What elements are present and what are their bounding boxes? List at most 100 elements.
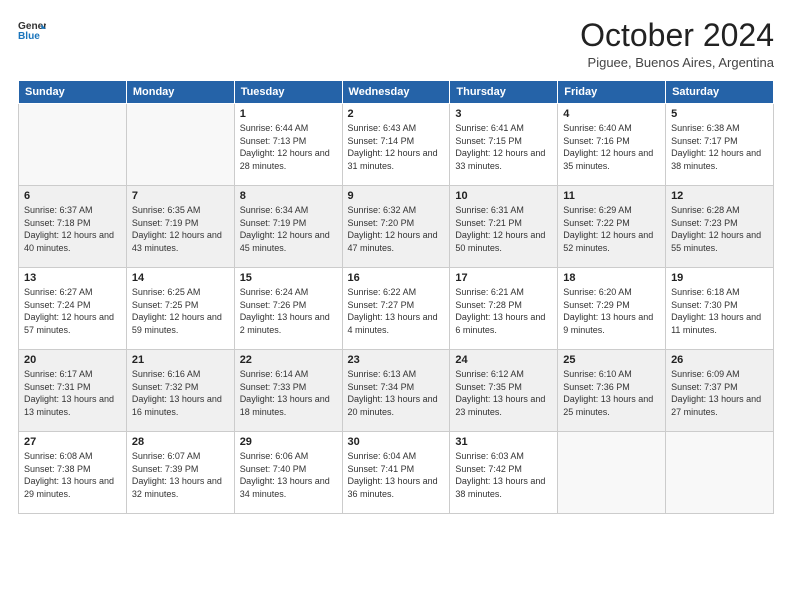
svg-text:Blue: Blue bbox=[18, 31, 40, 42]
day-number: 8 bbox=[240, 190, 337, 202]
day-number: 5 bbox=[671, 108, 768, 120]
calendar-cell bbox=[19, 104, 127, 186]
weekday-header-thursday: Thursday bbox=[450, 81, 558, 104]
calendar-cell: 15 Sunrise: 6:24 AMSunset: 7:26 PMDayligh… bbox=[234, 268, 342, 350]
day-number: 22 bbox=[240, 354, 337, 366]
day-info: Sunrise: 6:24 AMSunset: 7:26 PMDaylight:… bbox=[240, 286, 337, 336]
day-number: 14 bbox=[132, 272, 229, 284]
day-info: Sunrise: 6:06 AMSunset: 7:40 PMDaylight:… bbox=[240, 450, 337, 500]
day-number: 12 bbox=[671, 190, 768, 202]
weekday-header-tuesday: Tuesday bbox=[234, 81, 342, 104]
day-number: 1 bbox=[240, 108, 337, 120]
calendar-cell: 21 Sunrise: 6:16 AMSunset: 7:32 PMDayligh… bbox=[126, 350, 234, 432]
calendar-table: SundayMondayTuesdayWednesdayThursdayFrid… bbox=[18, 80, 774, 514]
day-number: 17 bbox=[455, 272, 552, 284]
day-info: Sunrise: 6:35 AMSunset: 7:19 PMDaylight:… bbox=[132, 204, 229, 254]
page: General Blue October 2024 Piguee, Buenos… bbox=[0, 0, 792, 612]
weekday-header-saturday: Saturday bbox=[666, 81, 774, 104]
logo-icon: General Blue bbox=[18, 18, 46, 46]
weekday-header-sunday: Sunday bbox=[19, 81, 127, 104]
day-info: Sunrise: 6:37 AMSunset: 7:18 PMDaylight:… bbox=[24, 204, 121, 254]
calendar-cell: 2 Sunrise: 6:43 AMSunset: 7:14 PMDaylight… bbox=[342, 104, 450, 186]
calendar-cell: 9Sunrise: 6:32 AMSunset: 7:20 PMDaylight… bbox=[342, 186, 450, 268]
calendar-cell: 16Sunrise: 6:22 AMSunset: 7:27 PMDayligh… bbox=[342, 268, 450, 350]
calendar-cell: 31 Sunrise: 6:03 AMSunset: 7:42 PMDayligh… bbox=[450, 432, 558, 514]
calendar-cell: 20 Sunrise: 6:17 AMSunset: 7:31 PMDayligh… bbox=[19, 350, 127, 432]
day-number: 29 bbox=[240, 436, 337, 448]
calendar-cell: 4Sunrise: 6:40 AMSunset: 7:16 PMDaylight… bbox=[558, 104, 666, 186]
calendar-cell: 29 Sunrise: 6:06 AMSunset: 7:40 PMDayligh… bbox=[234, 432, 342, 514]
day-number: 24 bbox=[455, 354, 552, 366]
calendar-cell bbox=[666, 432, 774, 514]
day-info: Sunrise: 6:41 AMSunset: 7:15 PMDaylight:… bbox=[455, 122, 552, 172]
calendar-cell: 19 Sunrise: 6:18 AMSunset: 7:30 PMDayligh… bbox=[666, 268, 774, 350]
day-info: Sunrise: 6:29 AMSunset: 7:22 PMDaylight:… bbox=[563, 204, 660, 254]
day-number: 31 bbox=[455, 436, 552, 448]
day-info: Sunrise: 6:40 AMSunset: 7:16 PMDaylight:… bbox=[563, 122, 660, 172]
day-number: 6 bbox=[24, 190, 121, 202]
calendar-cell: 5 Sunrise: 6:38 AMSunset: 7:17 PMDaylight… bbox=[666, 104, 774, 186]
calendar-cell: 13 Sunrise: 6:27 AMSunset: 7:24 PMDayligh… bbox=[19, 268, 127, 350]
day-info: Sunrise: 6:08 AMSunset: 7:38 PMDaylight:… bbox=[24, 450, 121, 500]
calendar-cell: 11 Sunrise: 6:29 AMSunset: 7:22 PMDayligh… bbox=[558, 186, 666, 268]
day-info: Sunrise: 6:09 AMSunset: 7:37 PMDaylight:… bbox=[671, 368, 768, 418]
calendar-cell: 7 Sunrise: 6:35 AMSunset: 7:19 PMDaylight… bbox=[126, 186, 234, 268]
day-info: Sunrise: 6:43 AMSunset: 7:14 PMDaylight:… bbox=[348, 122, 445, 172]
calendar-cell: 27 Sunrise: 6:08 AMSunset: 7:38 PMDayligh… bbox=[19, 432, 127, 514]
weekday-header-monday: Monday bbox=[126, 81, 234, 104]
header: General Blue October 2024 Piguee, Buenos… bbox=[18, 18, 774, 70]
day-info: Sunrise: 6:03 AMSunset: 7:42 PMDaylight:… bbox=[455, 450, 552, 500]
day-info: Sunrise: 6:34 AMSunset: 7:19 PMDaylight:… bbox=[240, 204, 337, 254]
day-number: 2 bbox=[348, 108, 445, 120]
day-number: 3 bbox=[455, 108, 552, 120]
weekday-header-friday: Friday bbox=[558, 81, 666, 104]
day-info: Sunrise: 6:12 AMSunset: 7:35 PMDaylight:… bbox=[455, 368, 552, 418]
day-info: Sunrise: 6:21 AMSunset: 7:28 PMDaylight:… bbox=[455, 286, 552, 336]
day-info: Sunrise: 6:44 AMSunset: 7:13 PMDaylight:… bbox=[240, 122, 337, 172]
day-info: Sunrise: 6:20 AMSunset: 7:29 PMDaylight:… bbox=[563, 286, 660, 336]
day-info: Sunrise: 6:38 AMSunset: 7:17 PMDaylight:… bbox=[671, 122, 768, 172]
calendar-cell: 8 Sunrise: 6:34 AMSunset: 7:19 PMDaylight… bbox=[234, 186, 342, 268]
day-number: 19 bbox=[671, 272, 768, 284]
day-number: 7 bbox=[132, 190, 229, 202]
day-number: 11 bbox=[563, 190, 660, 202]
calendar-cell: 6 Sunrise: 6:37 AMSunset: 7:18 PMDaylight… bbox=[19, 186, 127, 268]
calendar-cell: 10Sunrise: 6:31 AMSunset: 7:21 PMDayligh… bbox=[450, 186, 558, 268]
title-block: October 2024 Piguee, Buenos Aires, Argen… bbox=[580, 18, 774, 70]
logo: General Blue bbox=[18, 18, 46, 46]
day-number: 26 bbox=[671, 354, 768, 366]
day-number: 27 bbox=[24, 436, 121, 448]
calendar-cell: 17 Sunrise: 6:21 AMSunset: 7:28 PMDayligh… bbox=[450, 268, 558, 350]
day-number: 25 bbox=[563, 354, 660, 366]
calendar-cell: 24 Sunrise: 6:12 AMSunset: 7:35 PMDayligh… bbox=[450, 350, 558, 432]
day-number: 9 bbox=[348, 190, 445, 202]
calendar-cell: 18 Sunrise: 6:20 AMSunset: 7:29 PMDayligh… bbox=[558, 268, 666, 350]
month-title: October 2024 bbox=[580, 18, 774, 53]
day-info: Sunrise: 6:25 AMSunset: 7:25 PMDaylight:… bbox=[132, 286, 229, 336]
calendar-cell bbox=[558, 432, 666, 514]
day-number: 18 bbox=[563, 272, 660, 284]
day-number: 28 bbox=[132, 436, 229, 448]
day-info: Sunrise: 6:10 AMSunset: 7:36 PMDaylight:… bbox=[563, 368, 660, 418]
day-info: Sunrise: 6:18 AMSunset: 7:30 PMDaylight:… bbox=[671, 286, 768, 336]
calendar-cell: 23Sunrise: 6:13 AMSunset: 7:34 PMDayligh… bbox=[342, 350, 450, 432]
day-info: Sunrise: 6:17 AMSunset: 7:31 PMDaylight:… bbox=[24, 368, 121, 418]
calendar-cell: 30 Sunrise: 6:04 AMSunset: 7:41 PMDayligh… bbox=[342, 432, 450, 514]
day-number: 21 bbox=[132, 354, 229, 366]
day-number: 13 bbox=[24, 272, 121, 284]
calendar-cell: 14 Sunrise: 6:25 AMSunset: 7:25 PMDayligh… bbox=[126, 268, 234, 350]
calendar-cell: 22Sunrise: 6:14 AMSunset: 7:33 PMDayligh… bbox=[234, 350, 342, 432]
day-info: Sunrise: 6:28 AMSunset: 7:23 PMDaylight:… bbox=[671, 204, 768, 254]
day-info: Sunrise: 6:04 AMSunset: 7:41 PMDaylight:… bbox=[348, 450, 445, 500]
day-number: 20 bbox=[24, 354, 121, 366]
calendar-cell: 25 Sunrise: 6:10 AMSunset: 7:36 PMDayligh… bbox=[558, 350, 666, 432]
day-info: Sunrise: 6:16 AMSunset: 7:32 PMDaylight:… bbox=[132, 368, 229, 418]
day-number: 15 bbox=[240, 272, 337, 284]
calendar-cell bbox=[126, 104, 234, 186]
calendar-cell: 26 Sunrise: 6:09 AMSunset: 7:37 PMDayligh… bbox=[666, 350, 774, 432]
day-info: Sunrise: 6:07 AMSunset: 7:39 PMDaylight:… bbox=[132, 450, 229, 500]
calendar-cell: 1 Sunrise: 6:44 AMSunset: 7:13 PMDaylight… bbox=[234, 104, 342, 186]
day-number: 30 bbox=[348, 436, 445, 448]
day-info: Sunrise: 6:27 AMSunset: 7:24 PMDaylight:… bbox=[24, 286, 121, 336]
day-number: 23 bbox=[348, 354, 445, 366]
